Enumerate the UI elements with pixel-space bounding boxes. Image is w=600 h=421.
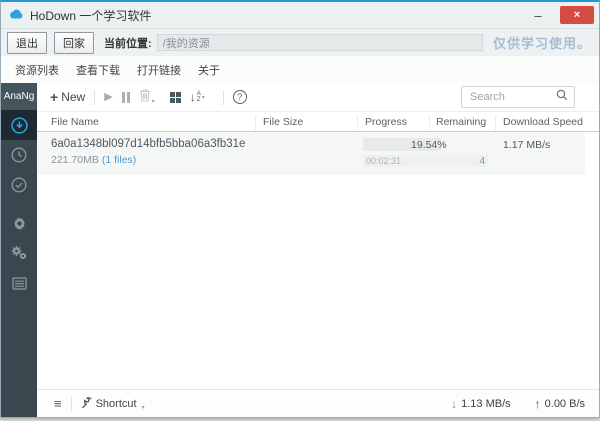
search-box <box>461 86 575 108</box>
column-divider <box>495 115 496 130</box>
play-icon: ▶ <box>104 90 113 103</box>
column-divider <box>429 115 430 130</box>
progress-percent: 19.54% <box>411 139 447 151</box>
sort-dropdown-caret: ▾ <box>201 95 205 101</box>
status-bar: ≡ Shortcut ▾ ↓ 1.13 MB/s ↑ 0.00 B/s <box>37 389 599 417</box>
sidebar-item-history[interactable] <box>1 140 37 170</box>
column-download-speed[interactable]: Download Speed <box>503 116 583 128</box>
time-remaining: 00:02:31 <box>366 156 402 166</box>
minimize-button[interactable]: – <box>524 6 552 24</box>
menu-hamburger-icon[interactable]: ≡ <box>54 397 62 410</box>
location-field[interactable] <box>156 34 483 51</box>
menu-item-about[interactable]: 关于 <box>194 62 224 78</box>
column-divider <box>255 115 256 130</box>
file-name: 6a0a1348bl097d14bfb5bba06a3fb31e <box>51 138 246 150</box>
new-task-label: New <box>61 90 86 104</box>
view-mode-button[interactable] <box>169 91 181 103</box>
table-header: File Name File Size Progress Remaining D… <box>37 111 599 132</box>
app-window: HoDown 一个学习软件 – × 退出 回家 当前位置: 仅供学习使用。 资源… <box>0 0 600 418</box>
statusbar-separator <box>70 396 72 411</box>
upload-rate-value: 0.00 B/s <box>544 397 585 410</box>
search-input[interactable] <box>468 90 556 104</box>
server-icon <box>11 276 27 290</box>
toolbar: + New ▶ ▾ ↓ AZ ▾ ? Search <box>37 83 599 111</box>
shortcut-label: Shortcut <box>95 397 137 410</box>
file-count[interactable]: (1 files) <box>102 154 136 166</box>
shortcut-button[interactable]: Shortcut ▾ <box>81 395 145 413</box>
close-button[interactable]: × <box>560 6 594 24</box>
sidebar-item-completed[interactable] <box>1 170 37 200</box>
menu-bar: 资源列表 查看下载 打开链接 关于 <box>1 56 599 83</box>
remaining-value: 4 <box>479 155 485 167</box>
delete-dropdown-caret: ▾ <box>151 98 155 105</box>
download-speed-value: 1.17 MB/s <box>503 139 551 151</box>
global-download-rate: ↓ 1.13 MB/s <box>451 398 511 410</box>
wrench-icon <box>81 395 92 413</box>
window-title: HoDown 一个学习软件 <box>30 8 152 23</box>
download-circle-icon <box>10 116 28 134</box>
search-icon <box>556 88 568 106</box>
progress-substrip: 00:02:31 4 <box>363 155 488 167</box>
pause-button[interactable] <box>121 91 130 103</box>
down-arrow-icon: ↓ <box>451 396 458 411</box>
resume-button[interactable]: ▶ <box>104 90 113 103</box>
sidebar-item-downloads[interactable] <box>1 110 37 140</box>
help-icon: ? <box>232 90 247 104</box>
new-task-button[interactable]: + New <box>50 90 85 104</box>
sidebar-item-server[interactable] <box>1 268 37 298</box>
home-button[interactable]: 回家 <box>54 31 94 54</box>
gear-icon <box>12 216 27 231</box>
up-arrow-icon: ↑ <box>534 396 541 411</box>
plus-icon: + <box>50 89 59 105</box>
menu-item-open-link[interactable]: 打开链接 <box>133 62 185 78</box>
global-upload-rate: ↑ 0.00 B/s <box>535 398 585 410</box>
download-rate-value: 1.13 MB/s <box>461 397 511 410</box>
sidebar-item-settings[interactable] <box>1 208 37 238</box>
sidebar-brand: AnaNg <box>1 83 37 110</box>
delete-button[interactable]: ▾ <box>139 88 155 107</box>
column-remaining[interactable]: Remaining <box>436 116 486 128</box>
column-progress[interactable]: Progress <box>365 116 407 128</box>
pause-icon <box>121 91 130 103</box>
file-size-value: 221.70MB <box>51 154 99 166</box>
file-size-line: 221.70MB (1 files) <box>51 154 136 166</box>
exit-button[interactable]: 退出 <box>7 31 47 54</box>
menu-item-resource-list[interactable]: 资源列表 <box>11 62 63 78</box>
grid-view-icon <box>169 91 181 103</box>
shortcut-dropdown-caret: ▾ <box>141 404 145 411</box>
help-button[interactable]: ? <box>232 90 247 104</box>
trash-icon <box>139 88 151 107</box>
main-content: + New ▶ ▾ ↓ AZ ▾ ? Search File Name File… <box>37 83 599 417</box>
gears-icon <box>11 245 28 261</box>
sidebar-item-advanced-settings[interactable] <box>1 238 37 268</box>
column-file-name[interactable]: File Name <box>51 116 99 128</box>
check-circle-icon <box>11 177 27 193</box>
sort-button[interactable]: ↓ AZ ▾ <box>190 91 205 103</box>
app-cloud-icon <box>9 6 24 24</box>
sort-az-icon: ↓ AZ <box>189 90 201 104</box>
clock-icon <box>11 147 27 163</box>
toolbar-separator <box>222 89 224 105</box>
download-list: 6a0a1348bl097d14bfb5bba06a3fb31e 221.70M… <box>37 132 599 389</box>
command-bar: 退出 回家 当前位置: 仅供学习使用。 <box>1 28 599 56</box>
column-divider <box>357 115 358 130</box>
watermark-text: 仅供学习使用。 <box>492 36 591 51</box>
column-file-size[interactable]: File Size <box>263 116 303 128</box>
menu-item-view-downloads[interactable]: 查看下载 <box>72 62 124 78</box>
statusbar-rates: ↓ 1.13 MB/s ↑ 0.00 B/s <box>451 398 585 410</box>
app-body: AnaNg + New ▶ ▾ ↓ A Z ▾ ? Search File Na… <box>1 83 599 417</box>
toolbar-separator <box>94 89 96 105</box>
location-label: 当前位置: <box>104 37 152 50</box>
download-row[interactable]: 6a0a1348bl097d14bfb5bba06a3fb31e 221.70M… <box>37 132 585 174</box>
sidebar: AnaNg <box>1 83 37 417</box>
title-bar: HoDown 一个学习软件 – × <box>1 2 599 28</box>
